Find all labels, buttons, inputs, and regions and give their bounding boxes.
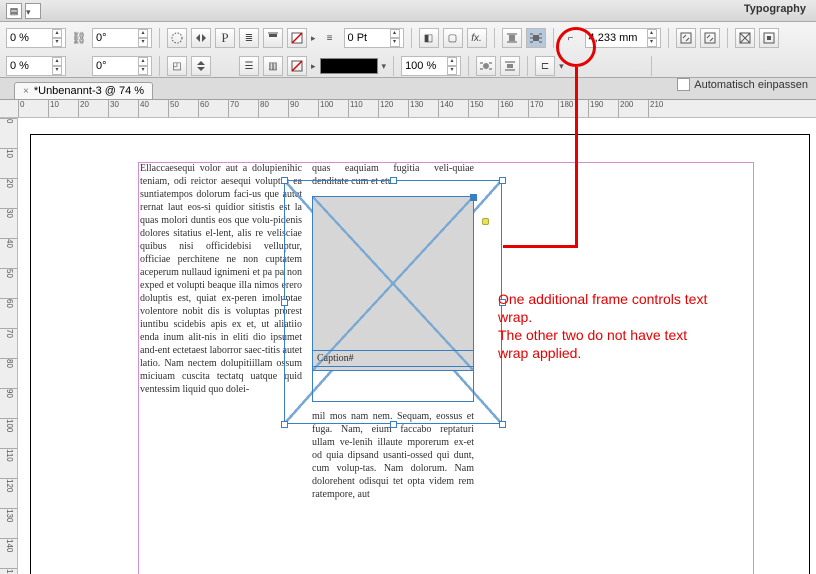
- separator: [727, 28, 728, 48]
- corner-radius-field[interactable]: 4,233 mm▴▾: [585, 28, 661, 48]
- no-fill-icon[interactable]: [287, 28, 307, 48]
- character-icon[interactable]: P: [215, 28, 235, 48]
- separator: [159, 56, 160, 76]
- justify-icon[interactable]: ☰: [239, 56, 259, 76]
- separator: [393, 56, 394, 76]
- live-corner-handle[interactable]: [482, 218, 489, 225]
- scale-x-field[interactable]: 0 %▴▾: [6, 28, 66, 48]
- close-tab-icon[interactable]: ×: [23, 86, 29, 97]
- annotation-line: [575, 67, 578, 247]
- center-content-icon[interactable]: [759, 28, 779, 48]
- separator: [411, 28, 412, 48]
- fit-frame-icon[interactable]: [676, 28, 696, 48]
- link-scale-icon[interactable]: ⛓: [70, 21, 88, 55]
- selection-handle[interactable]: [281, 177, 288, 184]
- stroke-weight-icon: ≡: [320, 28, 340, 48]
- corner-options-icon[interactable]: ⌐: [561, 28, 581, 48]
- stroke-weight-value: 0 Pt: [348, 32, 368, 44]
- selection-handle[interactable]: [470, 194, 477, 201]
- dashed-circle-icon[interactable]: [167, 28, 187, 48]
- separator: [668, 28, 669, 48]
- stroke-weight-field[interactable]: 0 Pt▴▾: [344, 28, 404, 48]
- no-stroke-icon[interactable]: [287, 56, 307, 76]
- chevron-right-icon: ▸: [311, 61, 316, 72]
- caption-subline: [313, 366, 473, 380]
- control-panel: 0 %▴▾ ⛓ 0°▴▾ P ≣ ▸ ≡ 0 Pt▴▾ ◧ ▢ fx. ⌐ 4,…: [0, 22, 816, 78]
- selection-handle[interactable]: [281, 421, 288, 428]
- separator: [527, 56, 528, 76]
- selection-handle[interactable]: [390, 421, 397, 428]
- shear-field[interactable]: 0°▴▾: [92, 56, 152, 76]
- auto-fit-checkbox[interactable]: [677, 78, 690, 91]
- separator: [494, 28, 495, 48]
- selection-handle[interactable]: [281, 299, 288, 306]
- opacity-icon[interactable]: ◧: [419, 28, 439, 48]
- shear-value: 0°: [96, 60, 107, 72]
- selection-handle[interactable]: [499, 421, 506, 428]
- align-top-icon[interactable]: [263, 28, 283, 48]
- corner-type-icon[interactable]: ⊏: [535, 56, 555, 76]
- scale-x-value: 0 %: [10, 32, 29, 44]
- workspace: 0102030405060708090100110120130140150160…: [0, 100, 816, 574]
- annotation-line: [503, 245, 578, 248]
- columns-icon[interactable]: ▥: [263, 56, 283, 76]
- separator: [553, 28, 554, 48]
- image-placeholder-frame[interactable]: [312, 196, 474, 371]
- text-wrap-jump-icon[interactable]: [500, 56, 520, 76]
- flip-vertical-icon[interactable]: [191, 56, 211, 76]
- story-icon[interactable]: ≣: [239, 28, 259, 48]
- view-mode-selector[interactable]: ▤ ▾: [6, 3, 41, 19]
- chevron-down-icon: ▾: [382, 61, 387, 72]
- selection-handle[interactable]: [390, 177, 397, 184]
- scale-y-field[interactable]: 0 %▴▾: [6, 56, 66, 76]
- corner-radius-value: 4,233 mm: [589, 32, 638, 44]
- caption-text[interactable]: Caption#: [313, 351, 473, 366]
- flip-horizontal-icon[interactable]: [191, 28, 211, 48]
- text-wrap-none-icon[interactable]: [502, 28, 522, 48]
- select-container-icon[interactable]: ◰: [167, 56, 187, 76]
- tab-label: *Unbenannt-3 @ 74 %: [34, 85, 144, 97]
- fit-content-icon[interactable]: [700, 28, 720, 48]
- scale-y-value: 0 %: [10, 60, 29, 72]
- selection-handle[interactable]: [499, 177, 506, 184]
- zoom-value: 100 %: [405, 60, 436, 72]
- zoom-field[interactable]: 100 %▴▾: [401, 56, 461, 76]
- text-column-1[interactable]: Ellaccaesequi volor aut a dolupienihic t…: [140, 162, 302, 574]
- view-mode-icon: ▤: [6, 3, 22, 19]
- view-mode-dropdown-icon: ▾: [25, 3, 41, 19]
- auto-fit-row[interactable]: Automatisch einpassen: [677, 78, 808, 91]
- text-wrap-shape-icon[interactable]: [476, 56, 496, 76]
- horizontal-ruler[interactable]: 0102030405060708090100110120130140150160…: [0, 100, 816, 118]
- drop-shadow-icon[interactable]: ▢: [443, 28, 463, 48]
- separator: [468, 56, 469, 76]
- stroke-style-picker[interactable]: [320, 58, 378, 74]
- rotation-field[interactable]: 0°▴▾: [92, 28, 152, 48]
- vertical-ruler[interactable]: 0102030405060708090100110120130140150: [0, 118, 18, 574]
- fx-icon[interactable]: fx.: [467, 28, 487, 48]
- canvas[interactable]: Ellaccaesequi volor aut a dolupienihic t…: [18, 118, 816, 574]
- chevron-right-icon: ▸: [311, 33, 316, 44]
- app-title: Typography: [744, 3, 806, 15]
- separator: [159, 28, 160, 48]
- separator: [651, 56, 652, 76]
- rotation-value: 0°: [96, 32, 107, 44]
- titlebar: ▤ ▾ Typography: [0, 0, 816, 22]
- auto-fit-label: Automatisch einpassen: [694, 79, 808, 91]
- fit-fill-icon[interactable]: [735, 28, 755, 48]
- text-wrap-bounding-icon[interactable]: [526, 28, 546, 48]
- document-tab[interactable]: × *Unbenannt-3 @ 74 %: [14, 82, 153, 99]
- annotation-text: One additional frame controls text wrap.…: [498, 290, 718, 362]
- caption-frame[interactable]: Caption#: [312, 350, 474, 402]
